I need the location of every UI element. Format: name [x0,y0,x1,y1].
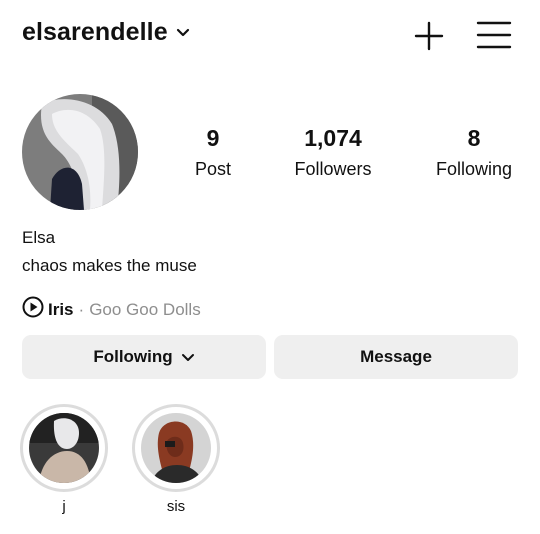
followers-count[interactable]: 1,074 Followers [281,124,385,180]
story-highlight[interactable]: j [20,404,108,515]
posts-label: Post [194,159,232,179]
highlight-cover [141,413,211,483]
bio-text: chaos makes the muse [22,256,197,275]
play-circle-icon [22,296,44,323]
music-artist: Goo Goo Dolls [89,299,201,319]
story-highlight[interactable]: sis [132,404,220,515]
hamburger-menu-icon[interactable] [476,19,512,51]
highlight-cover [29,413,99,483]
message-button[interactable]: Message [274,335,518,379]
top-bar: elsarendelle [0,0,540,70]
highlight-label: j [62,498,66,515]
music-song: Iris [48,299,74,319]
followers-value: 1,074 [304,125,362,151]
following-button[interactable]: Following [22,335,266,379]
username: elsarendelle [22,18,168,46]
profile-photo [22,94,138,210]
following-label: Following [435,159,513,179]
chevron-down-icon [176,25,190,43]
following-value: 8 [467,125,481,151]
account-switcher[interactable]: elsarendelle [22,18,190,47]
following-count[interactable]: 8 Following [426,124,522,180]
profile-music[interactable]: Iris · Goo Goo Dolls [22,296,201,323]
chevron-down-icon [181,348,195,368]
followers-label: Followers [294,159,372,179]
posts-count[interactable]: 9 Post [183,124,243,180]
highlight-ring [132,404,220,492]
bio-name: Elsa [22,228,56,247]
plus-icon[interactable] [413,20,445,52]
music-separator: · [78,299,85,319]
following-button-label: Following [93,347,173,366]
posts-value: 9 [206,125,220,151]
highlight-label: sis [166,498,186,515]
highlight-ring [20,404,108,492]
message-button-label: Message [360,347,432,366]
profile-avatar[interactable] [22,94,138,210]
